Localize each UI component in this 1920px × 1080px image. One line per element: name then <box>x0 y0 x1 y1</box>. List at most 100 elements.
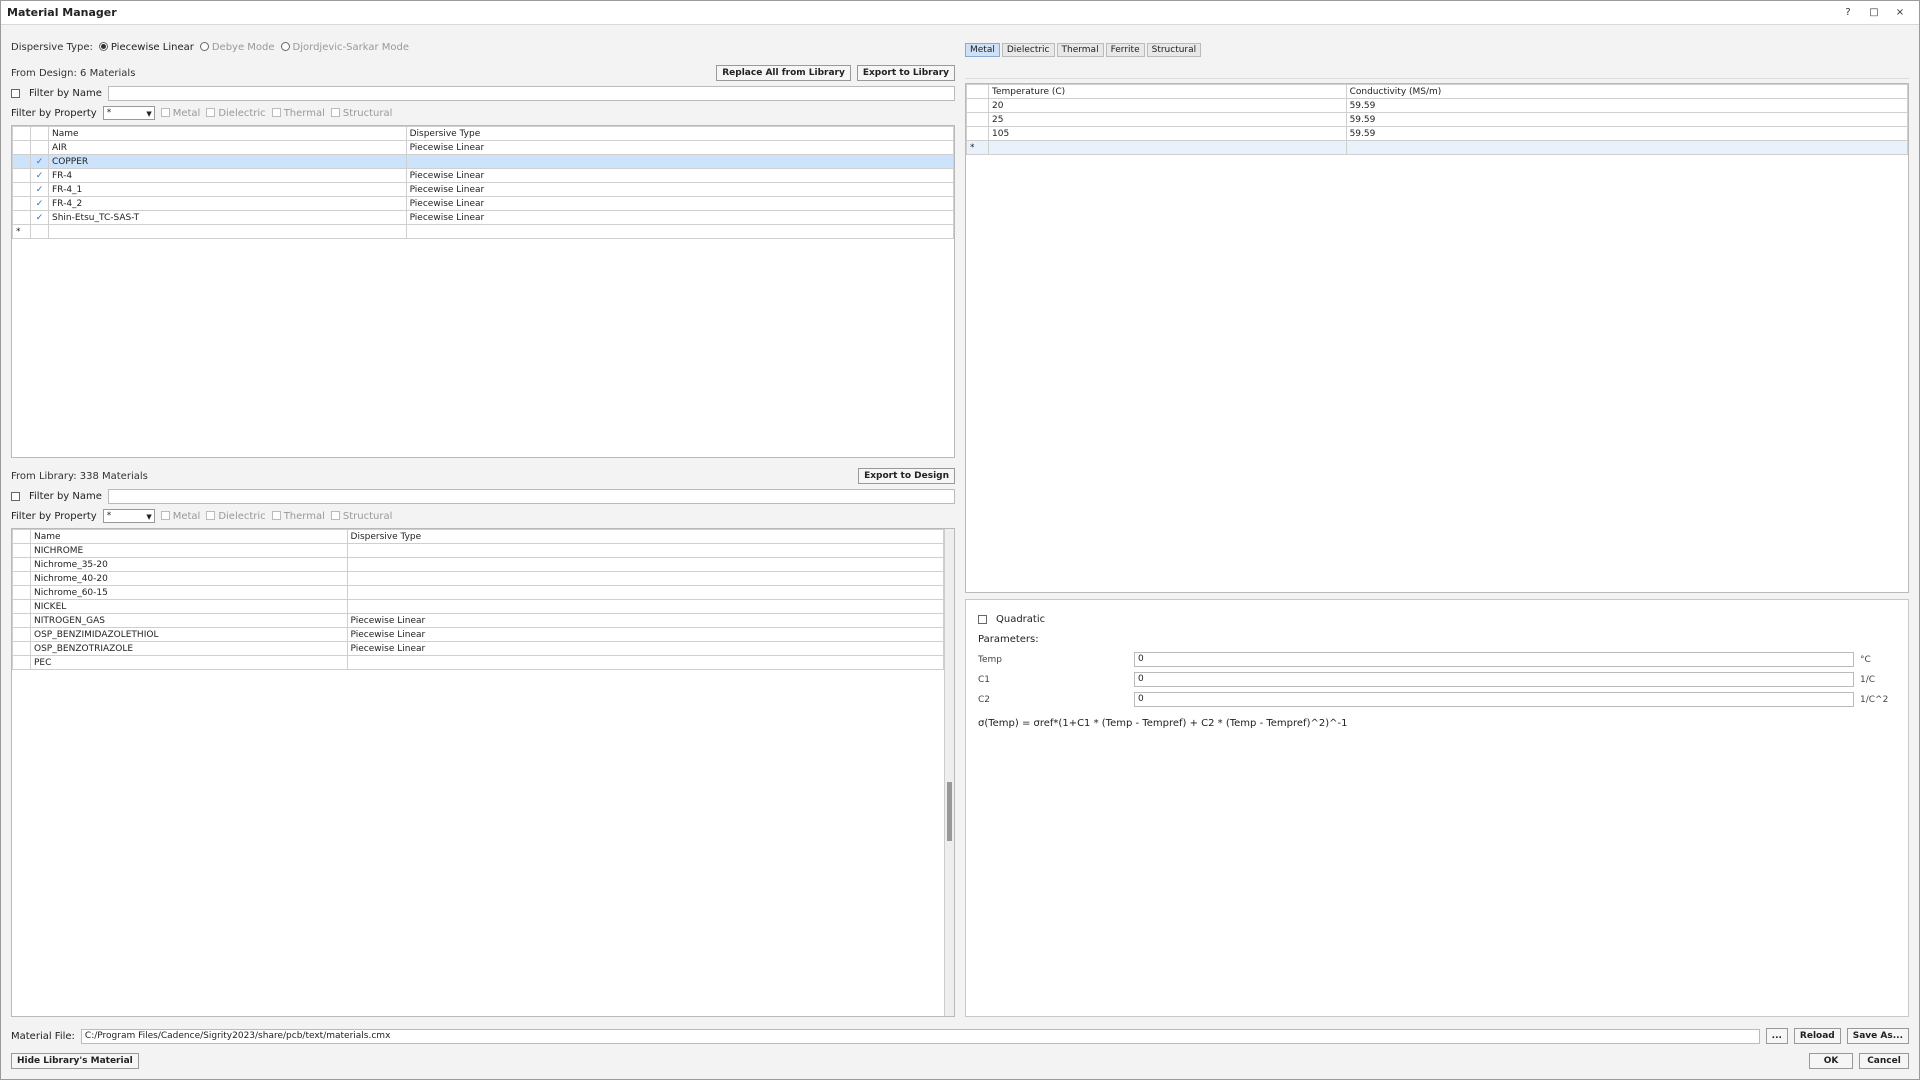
table-row[interactable]: Nichrome_60-15 <box>12 585 945 601</box>
prop-check-thermal[interactable]: Thermal <box>271 108 325 119</box>
library-filter-name-checkbox[interactable] <box>11 491 20 501</box>
check-icon[interactable]: ✓ <box>30 210 49 225</box>
column-header-dispersive[interactable]: Dispersive Type <box>405 126 954 141</box>
cell-conductivity[interactable]: 59.59 <box>1345 98 1908 113</box>
cell-type[interactable] <box>405 224 954 239</box>
table-row[interactable]: Nichrome_35-20 <box>12 557 945 573</box>
cell-name[interactable]: COPPER <box>48 154 407 169</box>
new-row[interactable]: * <box>966 140 1908 155</box>
cell-temperature[interactable] <box>988 140 1347 155</box>
check-icon[interactable]: ✓ <box>30 154 49 169</box>
new-row[interactable]: * <box>12 224 954 239</box>
row-checkbox[interactable] <box>30 140 49 155</box>
radio-debye[interactable]: Debye Mode <box>199 42 275 53</box>
hide-library-button[interactable]: Hide Library's Material <box>11 1053 139 1069</box>
cell-type[interactable] <box>346 543 945 559</box>
cell-type[interactable]: Piecewise Linear <box>405 168 954 183</box>
table-row[interactable]: NITROGEN_GAS Piecewise Linear <box>12 613 945 629</box>
column-header-name[interactable]: Name <box>48 126 407 141</box>
check-icon[interactable]: ✓ <box>30 182 49 197</box>
browse-button[interactable]: ... <box>1765 1028 1788 1044</box>
ok-button[interactable]: OK <box>1809 1053 1853 1069</box>
cell-type[interactable]: Piecewise Linear <box>405 196 954 211</box>
cell-name[interactable]: Shin-Etsu_TC-SAS-T <box>48 210 407 225</box>
design-filter-property-select[interactable]: * <box>102 106 155 120</box>
maximize-button[interactable]: □ <box>1861 7 1887 18</box>
cell-name[interactable]: FR-4_1 <box>48 182 407 197</box>
param-c2-input[interactable]: 0 <box>1134 692 1854 708</box>
quadratic-checkbox[interactable] <box>978 615 987 625</box>
cell-conductivity[interactable]: 59.59 <box>1345 126 1908 141</box>
export-to-design-button[interactable]: Export to Design <box>858 468 955 485</box>
table-row[interactable]: 25 59.59 <box>966 112 1908 127</box>
cell-type[interactable] <box>346 571 945 587</box>
cell-type[interactable] <box>346 585 945 601</box>
table-row[interactable]: PEC <box>12 655 945 671</box>
check-icon[interactable]: ✓ <box>30 168 49 183</box>
check-icon[interactable]: ✓ <box>30 196 49 211</box>
cell-temperature[interactable]: 20 <box>988 98 1347 113</box>
lib-check-dielectric[interactable]: Dielectric <box>206 511 266 522</box>
cell-name[interactable]: OSP_BENZOTRIAZOLE <box>30 641 348 657</box>
cell-type[interactable]: Piecewise Linear <box>346 641 945 657</box>
prop-check-structural[interactable]: Structural <box>330 108 392 119</box>
table-row[interactable]: OSP_BENZOTRIAZOLE Piecewise Linear <box>12 641 945 657</box>
cell-name[interactable]: NICHROME <box>30 543 348 559</box>
library-scrollbar[interactable] <box>944 529 954 1016</box>
lib-check-structural[interactable]: Structural <box>330 511 392 522</box>
cell-type[interactable]: Piecewise Linear <box>405 140 954 155</box>
cell-name[interactable]: PEC <box>30 655 348 671</box>
reload-button[interactable]: Reload <box>1793 1028 1841 1044</box>
cell-temperature[interactable]: 105 <box>988 126 1347 141</box>
cell-type[interactable] <box>346 655 945 671</box>
filter-name-checkbox[interactable] <box>11 88 20 98</box>
row-checkbox[interactable] <box>30 224 49 239</box>
cell-name[interactable]: Nichrome_40-20 <box>30 571 348 587</box>
cell-type[interactable]: Piecewise Linear <box>405 210 954 225</box>
table-row[interactable]: AIR Piecewise Linear <box>12 140 954 155</box>
tab-dielectric[interactable]: Dielectric <box>1001 43 1055 57</box>
cell-name[interactable]: OSP_BENZIMIDAZOLETHIOL <box>30 627 348 643</box>
cell-name[interactable]: Nichrome_60-15 <box>30 585 348 601</box>
table-row-selected[interactable]: ✓ COPPER <box>12 154 954 169</box>
cell-type[interactable] <box>346 557 945 573</box>
cell-type[interactable] <box>346 599 945 615</box>
tab-metal[interactable]: Metal <box>965 43 1000 57</box>
cell-type[interactable] <box>405 154 954 169</box>
scrollbar-thumb[interactable] <box>947 782 952 841</box>
cell-name[interactable]: NITROGEN_GAS <box>30 613 348 629</box>
tab-thermal[interactable]: Thermal <box>1056 43 1104 57</box>
tab-structural[interactable]: Structural <box>1146 43 1202 57</box>
export-to-library-button[interactable]: Export to Library <box>856 65 955 81</box>
lib-check-thermal[interactable]: Thermal <box>271 511 325 522</box>
save-as-button[interactable]: Save As... <box>1846 1028 1909 1044</box>
cell-name[interactable]: FR-4 <box>48 168 407 183</box>
column-header-dispersive[interactable]: Dispersive Type <box>346 529 945 545</box>
help-button[interactable]: ? <box>1835 7 1861 18</box>
material-file-input[interactable]: C:/Program Files/Cadence/Sigrity2023/sha… <box>80 1028 1760 1044</box>
cell-conductivity[interactable]: 59.59 <box>1345 112 1908 127</box>
column-header-name[interactable]: Name <box>30 529 348 545</box>
design-filter-name-input[interactable] <box>107 85 955 101</box>
cell-name[interactable]: AIR <box>48 140 407 155</box>
column-header-temperature[interactable]: Temperature (C) <box>988 84 1347 99</box>
replace-all-button[interactable]: Replace All from Library <box>716 65 851 81</box>
table-row[interactable]: NICHROME <box>12 543 945 559</box>
library-filter-property-select[interactable]: * <box>102 509 155 524</box>
lib-check-metal[interactable]: Metal <box>160 511 200 522</box>
table-row[interactable]: OSP_BENZIMIDAZOLETHIOL Piecewise Linear <box>12 627 945 643</box>
table-row[interactable]: ✓ Shin-Etsu_TC-SAS-T Piecewise Linear <box>12 210 954 225</box>
cell-conductivity[interactable] <box>1345 140 1908 155</box>
column-header-conductivity[interactable]: Conductivity (MS/m) <box>1345 84 1908 99</box>
radio-djordjevic[interactable]: Djordjevic-Sarkar Mode <box>280 42 409 53</box>
radio-piecewise[interactable]: Piecewise Linear <box>98 42 194 53</box>
cell-name[interactable] <box>48 224 407 239</box>
tab-ferrite[interactable]: Ferrite <box>1105 43 1145 57</box>
cell-type[interactable]: Piecewise Linear <box>346 627 945 643</box>
table-row[interactable]: ✓ FR-4 Piecewise Linear <box>12 168 954 183</box>
param-temp-input[interactable]: 0 <box>1134 652 1854 668</box>
table-row[interactable]: NICKEL <box>12 599 945 615</box>
param-c1-input[interactable]: 0 <box>1134 672 1854 688</box>
cancel-button[interactable]: Cancel <box>1859 1053 1909 1069</box>
cell-temperature[interactable]: 25 <box>988 112 1347 127</box>
